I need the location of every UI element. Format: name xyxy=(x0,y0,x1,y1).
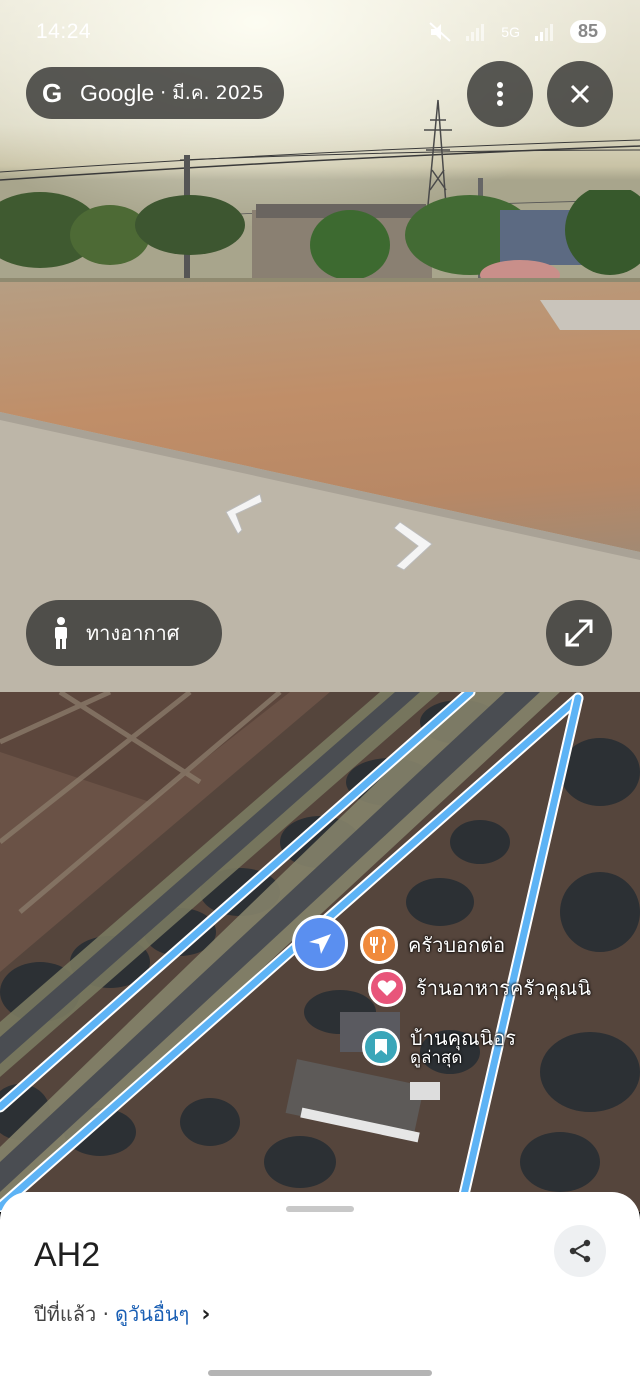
poi-baan-khun-ni-on[interactable]: บ้านคุณนิอร ดูล่าสุด xyxy=(362,1027,516,1068)
expand-button[interactable] xyxy=(546,600,612,666)
expand-icon xyxy=(565,619,593,647)
street-view-panel[interactable]: 14:24 5G 85 G Google · มี.ค. 2025 ทางอาก… xyxy=(0,0,640,692)
signal-icon-2 xyxy=(534,23,553,41)
mute-icon xyxy=(429,21,451,42)
poi-sublabel: ดูล่าสุด xyxy=(410,1048,463,1068)
chevron-right-icon[interactable]: › xyxy=(201,1302,210,1327)
close-icon xyxy=(570,84,590,104)
place-bottom-sheet[interactable]: AH2 ปีที่แล้ว · ดูวันอื่นๆ › xyxy=(0,1192,640,1386)
place-title: AH2 xyxy=(34,1236,101,1274)
capture-date: · มี.ค. 2025 xyxy=(160,82,264,104)
share-icon xyxy=(569,1239,591,1263)
bookmark-icon xyxy=(362,1028,400,1067)
network-type: 5G xyxy=(501,23,520,40)
imagery-date-row: ปีที่แล้ว · ดูวันอื่นๆ › xyxy=(34,1298,210,1330)
google-logo-icon: G xyxy=(42,77,63,108)
nav-left-arrow[interactable] xyxy=(218,490,264,538)
street-view-info-pill[interactable]: G Google · มี.ค. 2025 xyxy=(26,67,284,119)
poi-label: ครัวบอกต่อ xyxy=(408,933,506,957)
current-location-marker[interactable] xyxy=(292,915,348,971)
more-vert-icon xyxy=(497,82,503,106)
aerial-view-button[interactable]: ทางอากาศ xyxy=(26,600,222,666)
drag-handle[interactable] xyxy=(286,1206,354,1212)
navigation-arrow-icon xyxy=(309,934,331,954)
home-indicator[interactable] xyxy=(208,1370,432,1376)
imagery-age: ปีที่แล้ว · xyxy=(34,1302,109,1326)
battery-level: 85 xyxy=(569,20,606,43)
signal-icon xyxy=(466,23,485,41)
poi-krua-bok-tor[interactable]: ครัวบอกต่อ xyxy=(360,926,505,964)
status-time: 14:24 xyxy=(36,20,92,43)
status-bar: 14:24 5G 85 xyxy=(0,20,640,50)
heart-icon xyxy=(368,969,406,1007)
close-button[interactable] xyxy=(547,61,613,127)
poi-label: บ้านคุณนิอร xyxy=(410,1026,516,1050)
see-other-dates-link[interactable]: ดูวันอื่นๆ xyxy=(115,1298,189,1330)
poi-label: ร้านอาหารครัวคุณนิ xyxy=(416,976,591,1000)
person-icon xyxy=(55,617,67,649)
restaurant-icon xyxy=(360,926,398,964)
poi-restaurant-krua-khun-ni[interactable]: ร้านอาหารครัวคุณนิ xyxy=(368,969,591,1007)
nav-right-arrow[interactable] xyxy=(392,518,438,574)
share-button[interactable] xyxy=(554,1225,606,1277)
aerial-label: ทางอากาศ xyxy=(86,621,180,645)
more-button[interactable] xyxy=(467,61,533,127)
brand-label: Google xyxy=(80,79,155,106)
